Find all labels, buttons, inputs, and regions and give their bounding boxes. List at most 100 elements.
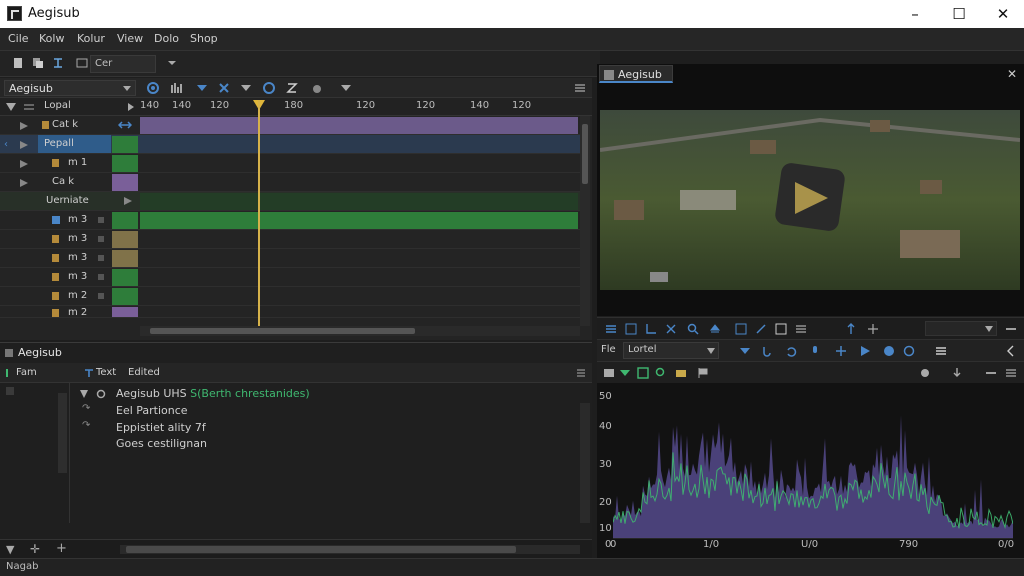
lock-icon[interactable] bbox=[98, 274, 104, 280]
timeline-horizontal-scrollbar[interactable] bbox=[140, 326, 580, 336]
move-icon[interactable] bbox=[867, 323, 879, 335]
minus-icon[interactable] bbox=[985, 367, 997, 379]
filter-icon[interactable]: ▼ bbox=[6, 543, 14, 556]
subtitle-line[interactable]: Eel Partionce bbox=[116, 404, 188, 417]
menu-view[interactable]: View bbox=[117, 32, 143, 45]
video-frame[interactable] bbox=[600, 110, 1020, 290]
track-row[interactable]: m 3 bbox=[0, 230, 580, 249]
lock-icon[interactable] bbox=[98, 293, 104, 299]
expand-icon[interactable] bbox=[20, 141, 28, 149]
snap-icon[interactable] bbox=[52, 57, 64, 69]
subtitle-line[interactable]: Aegisub UHS S(Berth chrestanides) bbox=[116, 387, 310, 400]
zoom-icon[interactable] bbox=[655, 367, 667, 379]
image-icon[interactable] bbox=[735, 323, 747, 335]
zoom-icon[interactable] bbox=[687, 323, 699, 335]
pin-icon[interactable] bbox=[845, 323, 857, 335]
track-row[interactable]: m 2 bbox=[0, 306, 580, 318]
edit-icon[interactable] bbox=[775, 323, 787, 335]
project-select[interactable]: Aegisub bbox=[4, 80, 136, 96]
close-icon[interactable]: ✕ bbox=[981, 0, 1024, 28]
video-tab[interactable]: Aegisub bbox=[599, 65, 673, 83]
filter-down-icon[interactable] bbox=[739, 345, 751, 357]
chart-icon[interactable] bbox=[603, 367, 615, 379]
add-track-icon[interactable]: ✛ bbox=[30, 542, 40, 556]
folder-icon[interactable] bbox=[675, 367, 687, 379]
scrollbar-thumb[interactable] bbox=[126, 546, 516, 553]
track-row[interactable]: Cat k bbox=[0, 116, 580, 135]
collapse-icon[interactable] bbox=[80, 390, 88, 398]
crop-icon[interactable] bbox=[645, 323, 657, 335]
minimize-icon[interactable]: – bbox=[893, 0, 937, 28]
gutter-scrollbar[interactable] bbox=[58, 393, 67, 473]
lock-icon[interactable] bbox=[98, 217, 104, 223]
track-row-selected[interactable]: ‹ Pepall bbox=[0, 135, 580, 154]
chevron-down-icon[interactable] bbox=[340, 83, 352, 93]
scrollbar-thumb[interactable] bbox=[150, 328, 415, 334]
chevron-down-icon[interactable] bbox=[240, 83, 252, 93]
list-icon[interactable] bbox=[24, 103, 34, 111]
track-row[interactable]: m 3 bbox=[0, 249, 580, 268]
close-icon[interactable]: ✕ bbox=[1007, 67, 1017, 81]
playhead[interactable] bbox=[258, 100, 260, 326]
subtitle-line[interactable]: Eppistiet ality 7f bbox=[116, 421, 206, 434]
undo-icon[interactable] bbox=[785, 345, 797, 357]
track-row[interactable]: m 3 bbox=[0, 211, 580, 230]
menu-tools[interactable]: Kolur bbox=[77, 32, 105, 45]
track-row[interactable]: m 1 bbox=[0, 154, 580, 173]
menu-file[interactable]: Cile bbox=[8, 32, 29, 45]
record-icon[interactable] bbox=[903, 345, 915, 357]
timeline-clip[interactable] bbox=[140, 117, 578, 134]
nav-left-icon[interactable] bbox=[883, 345, 895, 357]
download-icon[interactable] bbox=[951, 367, 963, 379]
menu-icon[interactable] bbox=[605, 323, 617, 335]
time-ruler[interactable]: Lopal 140 140 120 180 120 120 140 120 bbox=[0, 98, 592, 116]
plus-icon[interactable] bbox=[835, 345, 847, 357]
subtitle-horizontal-scrollbar[interactable] bbox=[120, 545, 580, 554]
track-row[interactable]: Ca k bbox=[0, 173, 580, 192]
filter-down-icon[interactable] bbox=[196, 82, 208, 94]
toolbar-combo[interactable]: Cer bbox=[90, 55, 156, 73]
menu-help[interactable]: Dolo bbox=[154, 32, 179, 45]
hook-icon[interactable] bbox=[761, 345, 773, 357]
copy-icon[interactable] bbox=[32, 57, 44, 69]
panel-menu-icon[interactable] bbox=[1005, 367, 1017, 379]
chevron-left-icon[interactable] bbox=[1005, 345, 1017, 357]
style-select[interactable]: Lortel bbox=[623, 342, 719, 359]
scrollbar-thumb[interactable] bbox=[582, 124, 588, 184]
track-row[interactable]: m 2 bbox=[0, 287, 580, 306]
expand-icon[interactable] bbox=[20, 122, 28, 130]
stack-icon[interactable] bbox=[935, 345, 947, 357]
list-icon[interactable] bbox=[795, 323, 807, 335]
filter-down-icon[interactable] bbox=[619, 367, 631, 379]
lock-icon[interactable] bbox=[98, 255, 104, 261]
refresh-icon[interactable] bbox=[262, 81, 276, 95]
track-row-group[interactable]: Uerniate bbox=[0, 192, 580, 211]
hand-icon[interactable] bbox=[310, 81, 324, 95]
subtitle-line[interactable]: Goes cestilignan bbox=[116, 437, 207, 450]
flag-icon[interactable] bbox=[697, 367, 709, 379]
timeline-vertical-scrollbar[interactable] bbox=[580, 116, 590, 326]
lock-icon[interactable] bbox=[98, 236, 104, 242]
collapse-icon[interactable] bbox=[6, 103, 16, 111]
expand-icon[interactable] bbox=[20, 179, 28, 187]
panel-menu-icon[interactable] bbox=[574, 82, 586, 94]
track-row[interactable]: m 3 bbox=[0, 268, 580, 287]
panel-tab[interactable]: Aegisub bbox=[4, 345, 70, 362]
cut-icon[interactable] bbox=[665, 323, 677, 335]
layers-icon[interactable] bbox=[76, 57, 88, 69]
wand-icon[interactable] bbox=[755, 323, 767, 335]
audio-waveform-panel[interactable]: 50 40 30 20 10 0 0 1/0 U/0 790 0/0 bbox=[597, 383, 1024, 558]
eject-icon[interactable] bbox=[709, 323, 721, 335]
link-arrows-icon[interactable] bbox=[118, 120, 132, 130]
chevron-down-icon[interactable] bbox=[166, 57, 178, 69]
panel-menu-icon[interactable] bbox=[576, 368, 586, 378]
new-file-icon[interactable] bbox=[12, 57, 24, 69]
play-icon[interactable] bbox=[859, 345, 871, 357]
timeline-clip[interactable] bbox=[140, 193, 578, 210]
waveform-view-icon[interactable] bbox=[170, 81, 184, 95]
minus-icon[interactable] bbox=[1005, 323, 1017, 335]
settings-icon[interactable] bbox=[919, 367, 931, 379]
select-icon[interactable] bbox=[637, 367, 649, 379]
maximize-icon[interactable]: ☐ bbox=[937, 0, 981, 28]
cut-icon[interactable] bbox=[218, 82, 230, 94]
